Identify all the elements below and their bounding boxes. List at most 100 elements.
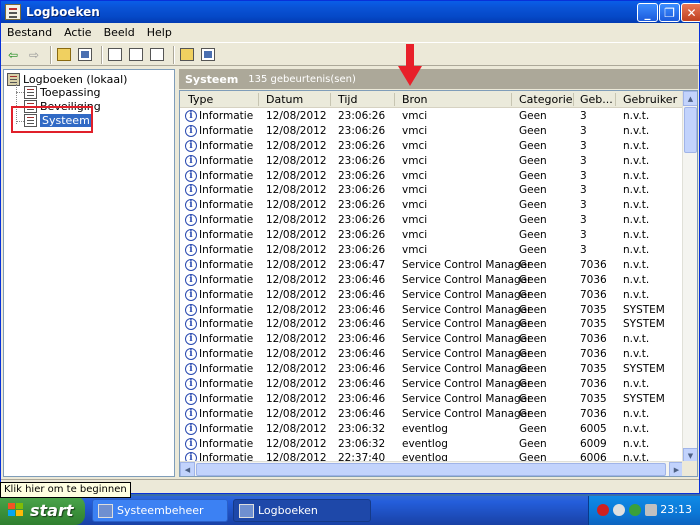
info-icon: i <box>185 214 197 227</box>
column-divider[interactable] <box>258 93 259 106</box>
refresh-icon[interactable] <box>127 46 145 64</box>
table-row[interactable]: i Informatie 12/08/2012 23:06:26 vmci Geen 3 n.… <box>180 109 684 124</box>
security-alert-icon[interactable] <box>597 504 609 516</box>
column-header-bron[interactable]: Bron <box>402 93 428 106</box>
help-icon[interactable] <box>178 46 196 64</box>
taskbar-item-logboeken[interactable]: Logboeken <box>233 499 371 522</box>
up-folder-icon[interactable] <box>55 46 73 64</box>
row-type: Informatie <box>199 318 254 331</box>
table-row[interactable]: i Informatie 12/08/2012 23:06:46 Service Con… <box>180 303 684 318</box>
row-gebeurtenis: 7035 <box>580 392 607 405</box>
export-list-icon[interactable] <box>148 46 166 64</box>
table-row[interactable]: i Informatie 12/08/2012 23:06:46 Service Con… <box>180 347 684 362</box>
column-header-datum[interactable]: Datum <box>266 93 303 106</box>
column-divider[interactable] <box>573 93 574 106</box>
table-row[interactable]: i Informatie 12/08/2012 23:06:26 vmci Geen 3 n.… <box>180 169 684 184</box>
volume-icon[interactable] <box>613 504 625 516</box>
column-header-gebruiker[interactable]: Gebruiker <box>623 93 677 106</box>
column-header-tijd[interactable]: Tijd <box>338 93 357 106</box>
row-gebeurtenis: 3 <box>580 124 587 137</box>
table-row[interactable]: i Informatie 12/08/2012 23:06:46 Service Con… <box>180 288 684 303</box>
row-gebeurtenis: 3 <box>580 184 587 197</box>
column-header-type[interactable]: Type <box>188 93 213 106</box>
scroll-left-icon[interactable]: ◀ <box>180 462 195 476</box>
column-header-categorie[interactable]: Categorie <box>519 93 573 106</box>
menu-beeld[interactable]: Beeld <box>98 26 141 39</box>
row-categorie: Geen <box>519 318 547 331</box>
network-icon[interactable] <box>629 504 641 516</box>
properties-icon[interactable] <box>106 46 124 64</box>
vertical-scroll-thumb[interactable] <box>684 107 697 153</box>
taskbar: start Systeembeheer Logboeken 23:13 <box>0 496 700 525</box>
row-datum: 12/08/2012 <box>266 392 327 405</box>
row-datum: 12/08/2012 <box>266 184 327 197</box>
menu-actie[interactable]: Actie <box>58 26 98 39</box>
start-button[interactable]: start <box>0 496 85 525</box>
table-row[interactable]: i Informatie 12/08/2012 23:06:46 Service Con… <box>180 392 684 407</box>
title-bar[interactable]: Logboeken _ ❐ ✕ <box>1 1 700 23</box>
table-row[interactable]: i Informatie 12/08/2012 23:06:26 vmci Geen 3 n.… <box>180 213 684 228</box>
row-categorie: Geen <box>519 199 547 212</box>
back-arrow-icon[interactable]: ⇦ <box>4 46 22 64</box>
minimize-button[interactable]: _ <box>637 3 658 22</box>
show-hide-tree-icon[interactable] <box>76 46 94 64</box>
row-gebruiker: SYSTEM <box>623 392 665 405</box>
column-header-gebeurtenis[interactable]: Geb... <box>580 93 613 106</box>
horizontal-scrollbar[interactable]: ◀ ▶ <box>180 461 684 476</box>
close-button[interactable]: ✕ <box>681 3 700 22</box>
column-divider[interactable] <box>330 93 331 106</box>
row-categorie: Geen <box>519 288 547 301</box>
row-type: Informatie <box>199 422 254 435</box>
row-bron: vmci <box>402 184 428 197</box>
row-gebeurtenis: 7036 <box>580 273 607 286</box>
row-gebeurtenis: 7036 <box>580 333 607 346</box>
table-row[interactable]: i Informatie 12/08/2012 23:06:47 Service Con… <box>180 258 684 273</box>
table-row[interactable]: i Informatie 12/08/2012 23:06:26 vmci Geen 3 n.… <box>180 154 684 169</box>
table-row[interactable]: i Informatie 12/08/2012 23:06:26 vmci Geen 3 n.… <box>180 198 684 213</box>
taskbar-item-systeembeheer[interactable]: Systeembeheer <box>92 499 228 522</box>
table-row[interactable]: i Informatie 12/08/2012 23:06:46 Service Con… <box>180 377 684 392</box>
table-row[interactable]: i Informatie 12/08/2012 23:06:26 vmci Geen 3 n.… <box>180 228 684 243</box>
menu-help[interactable]: Help <box>141 26 178 39</box>
row-datum: 12/08/2012 <box>266 229 327 242</box>
column-divider[interactable] <box>511 93 512 106</box>
table-row[interactable]: i Informatie 12/08/2012 23:06:26 vmci Geen 3 n.… <box>180 124 684 139</box>
table-row[interactable]: i Informatie 12/08/2012 23:06:26 vmci Geen 3 n.… <box>180 139 684 154</box>
row-gebeurtenis: 7036 <box>580 407 607 420</box>
table-row[interactable]: i Informatie 12/08/2012 23:06:46 Service Con… <box>180 273 684 288</box>
table-row[interactable]: i Informatie 12/08/2012 23:06:32 eventlog Gee… <box>180 437 684 452</box>
column-divider[interactable] <box>615 93 616 106</box>
tree-item-toepassing[interactable]: Toepassing <box>24 85 101 100</box>
row-bron: vmci <box>402 124 428 137</box>
table-row[interactable]: i Informatie 12/08/2012 23:06:26 vmci Geen 3 n.… <box>180 183 684 198</box>
vmware-tools-icon[interactable] <box>645 504 657 516</box>
row-bron: vmci <box>402 139 428 152</box>
row-bron: Service Control Manager <box>402 333 532 346</box>
table-row[interactable]: i Informatie 12/08/2012 23:06:46 Service Con… <box>180 407 684 422</box>
row-bron: Service Control Manager <box>402 348 532 361</box>
vertical-scrollbar[interactable]: ▲ ▼ <box>682 91 697 463</box>
row-bron: Service Control Manager <box>402 288 532 301</box>
row-tijd: 23:06:26 <box>338 124 386 137</box>
table-row[interactable]: i Informatie 12/08/2012 23:06:46 Service Con… <box>180 332 684 347</box>
row-categorie: Geen <box>519 169 547 182</box>
info-icon: i <box>185 437 197 450</box>
horizontal-scroll-thumb[interactable] <box>196 463 666 476</box>
maximize-button[interactable]: ❐ <box>659 3 680 22</box>
menu-bestand[interactable]: Bestand <box>1 26 58 39</box>
table-row[interactable]: i Informatie 12/08/2012 23:06:46 Service Con… <box>180 317 684 332</box>
info-icon: i <box>185 333 197 346</box>
row-type: Informatie <box>199 154 254 167</box>
column-divider[interactable] <box>394 93 395 106</box>
row-gebruiker: n.v.t. <box>623 154 650 167</box>
scroll-up-icon[interactable]: ▲ <box>683 91 697 106</box>
mmc-view-icon[interactable] <box>199 46 217 64</box>
row-categorie: Geen <box>519 378 547 391</box>
forward-arrow-icon[interactable]: ⇨ <box>25 46 43 64</box>
table-row[interactable]: i Informatie 12/08/2012 23:06:26 vmci Geen 3 n.… <box>180 243 684 258</box>
row-tijd: 23:06:46 <box>338 407 386 420</box>
table-row[interactable]: i Informatie 12/08/2012 23:06:46 Service Con… <box>180 362 684 377</box>
table-row[interactable]: i Informatie 12/08/2012 23:06:32 eventlog Gee… <box>180 422 684 437</box>
log-file-icon <box>24 86 37 99</box>
row-gebeurtenis: 7035 <box>580 303 607 316</box>
